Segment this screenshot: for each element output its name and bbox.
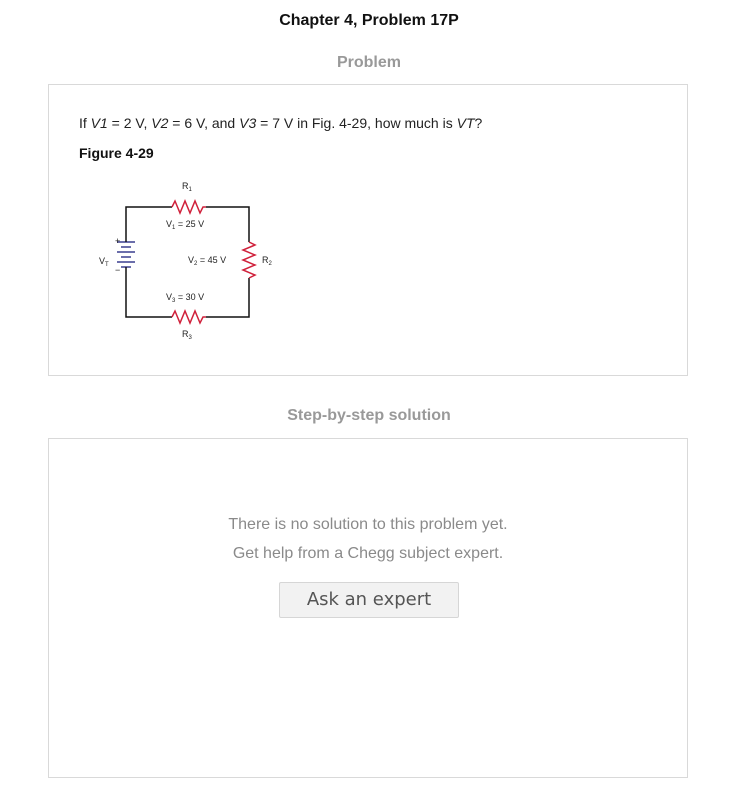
label-vt: VT <box>99 256 109 268</box>
chapter-title: Chapter 4, Problem 17P <box>279 12 459 29</box>
no-solution-message: There is no solution to this problem yet… <box>228 516 508 533</box>
problem-text-part: ? <box>474 115 483 131</box>
label-r1: R1 <box>182 181 193 193</box>
problem-text-part: = 2 V, <box>107 115 152 131</box>
label-v2: V2 = 45 V <box>188 255 226 267</box>
problem-heading: Problem <box>336 54 401 71</box>
problem-var-v1: V1 <box>90 115 108 131</box>
label-minus: − <box>115 265 120 275</box>
wire-top-right <box>206 206 250 242</box>
ask-expert-button[interactable]: Ask an expert <box>279 582 459 618</box>
circuit-diagram: R1 V1 = 25 V V2 = 45 V R2 V3 = 30 V R3 V… <box>99 181 273 341</box>
problem-box: If V1 = 2 V, V2 = 6 V, and V3 = 7 V in F… <box>48 84 688 376</box>
label-r2: R2 <box>262 255 273 267</box>
label-r3: R3 <box>182 329 193 341</box>
solution-box: There is no solution to this problem yet… <box>48 438 688 778</box>
resistor-r2 <box>241 241 257 279</box>
problem-var-vt: VT <box>456 115 475 131</box>
problem-text-part: If <box>79 115 91 131</box>
problem-text-part: = 7 V in Fig. 4-29, how much is <box>256 115 457 131</box>
label-v3: V3 = 30 V <box>166 292 204 304</box>
expert-help-message: Get help from a Chegg subject expert. <box>232 545 504 562</box>
problem-statement: If V1 = 2 V, V2 = 6 V, and V3 = 7 V in F… <box>79 115 482 131</box>
resistor-r1 <box>171 199 206 215</box>
figure-label: Figure 4-29 <box>79 145 154 161</box>
solution-heading: Step-by-step solution <box>287 407 451 424</box>
wire-right-bottom <box>206 278 250 318</box>
label-v1: V1 = 25 V <box>166 219 204 231</box>
problem-text-part: = 6 V, and <box>168 115 240 131</box>
problem-var-v2: V2 <box>151 115 169 131</box>
problem-var-v3: V3 <box>239 115 257 131</box>
label-plus: + <box>115 236 120 246</box>
resistor-r3 <box>171 309 206 325</box>
